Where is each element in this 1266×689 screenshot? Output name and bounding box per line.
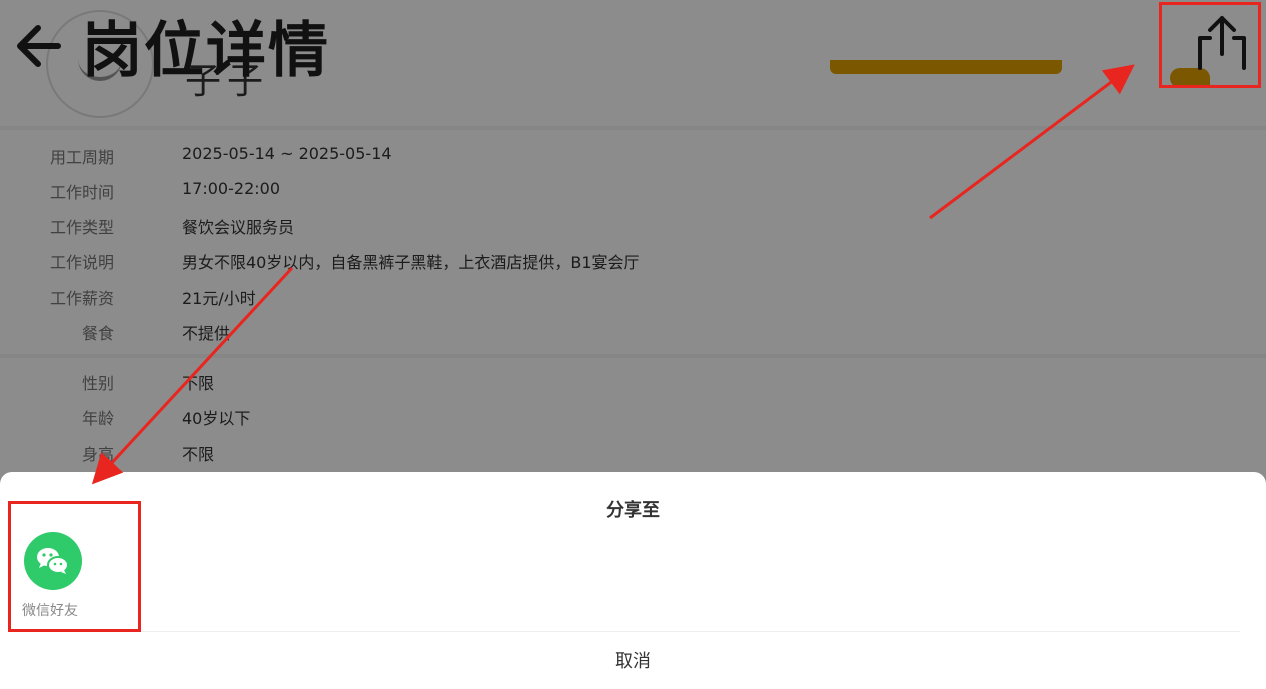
back-arrow-icon[interactable] xyxy=(14,22,66,70)
wechat-bubbles-icon xyxy=(37,548,69,574)
share-option-wechat-friends[interactable]: 微信好友 xyxy=(22,532,86,622)
share-sheet-title: 分享至 xyxy=(606,500,660,521)
page-title: 岗位详情 xyxy=(82,16,330,86)
page: 子子 用工周期 2025-05-14 ~ 2025-05-14 工作时间 17:… xyxy=(0,0,1266,689)
share-sheet: 分享至 微信好友 取消 xyxy=(0,472,1266,689)
share-icon[interactable] xyxy=(1192,14,1252,72)
wechat-icon[interactable] xyxy=(24,532,82,590)
share-option-label: 微信好友 xyxy=(22,603,78,619)
cancel-button[interactable]: 取消 xyxy=(0,632,1266,689)
